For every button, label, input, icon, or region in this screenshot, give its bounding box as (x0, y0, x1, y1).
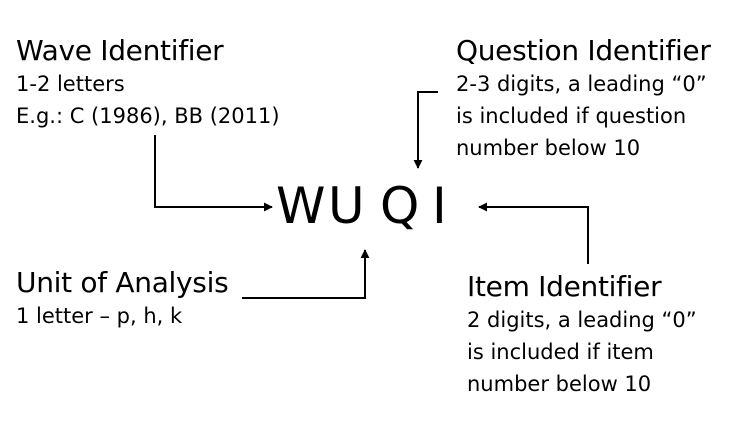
arrow-wave-to-w (154, 135, 273, 212)
arrow-item-to-i (478, 202, 589, 264)
arrow-unit-to-u (242, 249, 370, 299)
arrow-question-to-q (413, 91, 438, 169)
connector-arrows (154, 91, 589, 299)
diagram-canvas: Wave Identifier 1-2 letters E.g.: C (198… (0, 0, 745, 422)
